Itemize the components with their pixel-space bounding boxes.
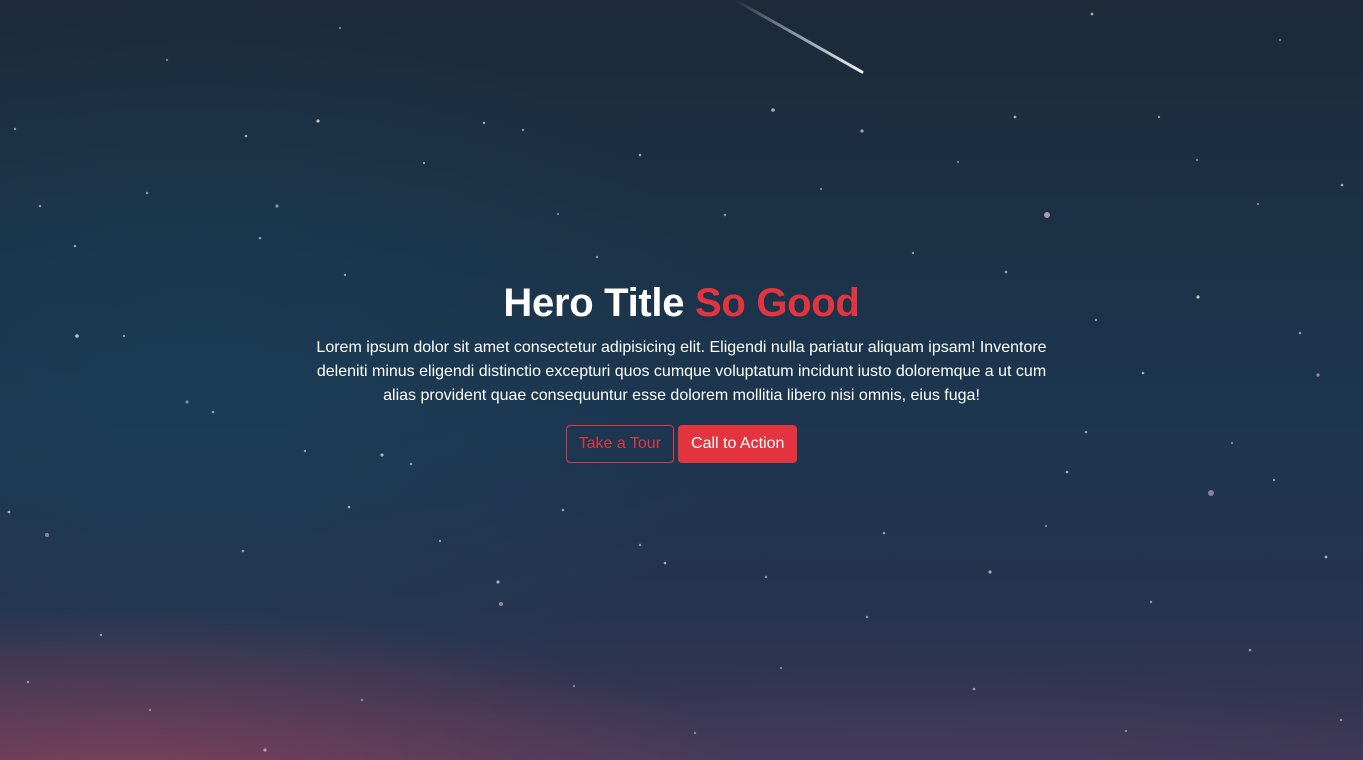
hero-description: Lorem ipsum dolor sit amet consectetur a… [316, 339, 1047, 404]
call-to-action-button[interactable]: Call to Action [678, 425, 798, 463]
hero-content: Hero Title So Good Lorem ipsum dolor sit… [300, 278, 1063, 463]
hero-title-accent: So Good [695, 281, 860, 325]
hero-actions: Take a Tour Call to Action [300, 425, 1063, 463]
hero-title: Hero Title So Good [300, 278, 1063, 328]
shooting-star [733, 0, 864, 74]
hero-title-main: Hero Title [503, 281, 685, 325]
take-a-tour-button[interactable]: Take a Tour [565, 425, 675, 463]
hero-section: Hero Title So Good Lorem ipsum dolor sit… [0, 0, 1363, 760]
